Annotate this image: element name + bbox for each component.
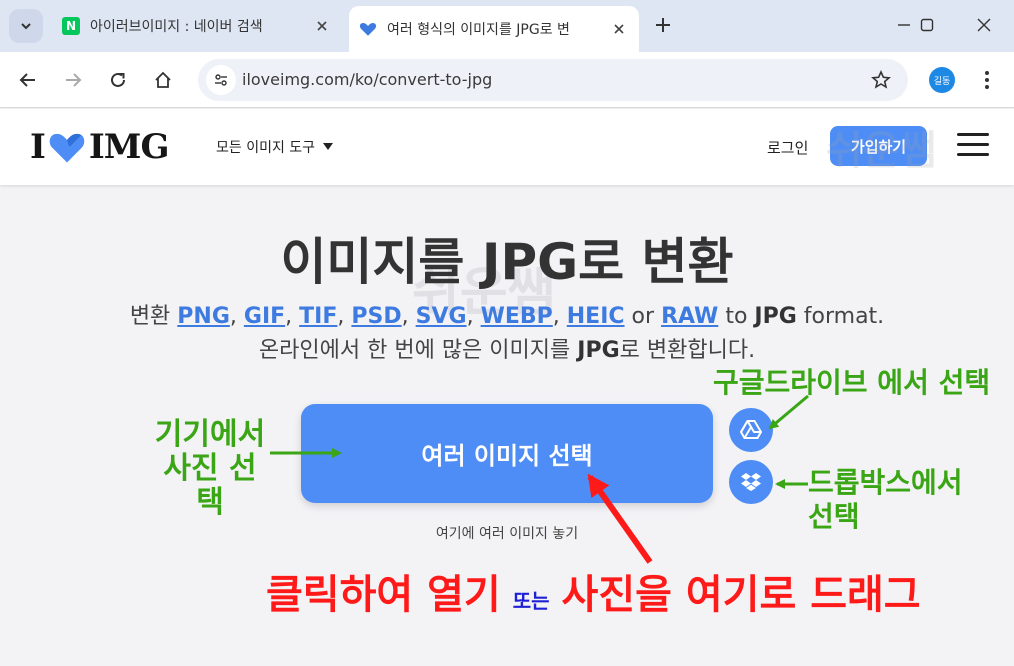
heart-icon bbox=[49, 133, 85, 163]
close-icon[interactable] bbox=[312, 16, 332, 36]
close-icon[interactable] bbox=[609, 19, 629, 39]
plus-icon bbox=[656, 18, 670, 32]
format-link-tif[interactable]: TIF bbox=[299, 304, 337, 329]
site-header: I IMG 모든 이미지 도구 로그인 가입하기 bbox=[0, 109, 1014, 185]
chevron-down-icon bbox=[21, 23, 31, 30]
tab-title: 아이러브이미지 : 네이버 검색 bbox=[90, 19, 263, 35]
subtitle-line-1: 변환 PNG, GIF, TIF, PSD, SVG, WEBP, HEIC o… bbox=[129, 304, 885, 329]
star-icon bbox=[871, 70, 891, 89]
format-link-psd[interactable]: PSD bbox=[351, 304, 401, 329]
dropbox-icon bbox=[741, 473, 761, 491]
home-icon bbox=[155, 71, 171, 88]
minimize-icon bbox=[898, 24, 910, 26]
annotation-instruction: 클릭하여 열기 또는 사진을 여기로 드래그 bbox=[266, 572, 921, 618]
profile-avatar[interactable]: 길동 bbox=[929, 67, 955, 93]
maximize-icon bbox=[920, 18, 934, 32]
google-drive-icon bbox=[740, 420, 762, 439]
arrow-gdrive bbox=[768, 394, 809, 430]
arrow-left-icon bbox=[19, 73, 35, 87]
forward-button[interactable] bbox=[57, 64, 89, 96]
login-link[interactable]: 로그인 bbox=[767, 137, 808, 158]
page-title: 이미지를 JPG로 변환 bbox=[280, 233, 734, 291]
naver-n-icon: N bbox=[62, 17, 80, 35]
tune-icon bbox=[215, 74, 227, 86]
all-tools-menu[interactable]: 모든 이미지 도구 bbox=[216, 137, 334, 157]
reload-icon bbox=[111, 72, 125, 87]
bookmark-button[interactable] bbox=[868, 67, 894, 93]
tab-strip: N 아이러브이미지 : 네이버 검색 여러 형식의 이미지를 JPG로 변 bbox=[0, 0, 1014, 52]
hamburger-menu-icon[interactable] bbox=[957, 133, 989, 159]
format-link-svg[interactable]: SVG bbox=[416, 304, 467, 329]
site-info-button[interactable] bbox=[206, 65, 236, 95]
maximize-button[interactable] bbox=[910, 10, 944, 40]
page-subtitle: 변환 PNG, GIF, TIF, PSD, SVG, WEBP, HEIC o… bbox=[0, 300, 1014, 368]
signup-button[interactable]: 가입하기 bbox=[830, 126, 927, 166]
browser-menu-button[interactable] bbox=[974, 66, 1000, 94]
heart-icon bbox=[359, 23, 377, 36]
tab-naver-search[interactable]: N 아이러브이미지 : 네이버 검색 bbox=[52, 6, 342, 46]
annotation-dropbox: 드롭박스에서 선택 bbox=[808, 466, 963, 533]
address-bar[interactable]: iloveimg.com/ko/convert-to-jpg bbox=[198, 59, 908, 101]
browser-toolbar: iloveimg.com/ko/convert-to-jpg bbox=[0, 52, 1014, 108]
tab-iloveimg[interactable]: 여러 형식의 이미지를 JPG로 변 bbox=[349, 6, 639, 52]
url-text: iloveimg.com/ko/convert-to-jpg bbox=[242, 70, 493, 89]
close-icon bbox=[977, 18, 991, 32]
dropbox-button[interactable] bbox=[729, 460, 773, 504]
iloveimg-logo[interactable]: I IMG bbox=[30, 127, 169, 167]
all-tools-label: 모든 이미지 도구 bbox=[216, 140, 316, 156]
tab-search-button[interactable] bbox=[9, 9, 43, 43]
window-close-button[interactable] bbox=[967, 10, 1001, 40]
new-tab-button[interactable] bbox=[650, 12, 676, 38]
format-link-webp[interactable]: WEBP bbox=[481, 304, 553, 329]
format-link-raw[interactable]: RAW bbox=[661, 304, 718, 329]
format-link-heic[interactable]: HEIC bbox=[567, 304, 625, 329]
arrow-right-icon bbox=[66, 73, 82, 87]
tab-title: 여러 형식의 이미지를 JPG로 변 bbox=[387, 22, 570, 38]
format-link-png[interactable]: PNG bbox=[177, 304, 230, 329]
subtitle-line-2: 온라인에서 한 번에 많은 이미지를 JPG로 변환합니다. bbox=[258, 338, 756, 363]
select-images-button[interactable]: 여러 이미지 선택 bbox=[301, 404, 713, 503]
home-button[interactable] bbox=[147, 64, 179, 96]
back-button[interactable] bbox=[12, 64, 44, 96]
more-vertical-icon bbox=[985, 71, 989, 89]
format-link-gif[interactable]: GIF bbox=[244, 304, 285, 329]
reload-button[interactable] bbox=[102, 64, 134, 96]
google-drive-button[interactable] bbox=[729, 408, 773, 452]
caret-down-icon bbox=[323, 143, 334, 150]
annotation-google-drive: 구글드라이브 에서 선택 bbox=[713, 366, 991, 399]
annotation-device: 기기에서 사진 선택 bbox=[154, 417, 266, 520]
